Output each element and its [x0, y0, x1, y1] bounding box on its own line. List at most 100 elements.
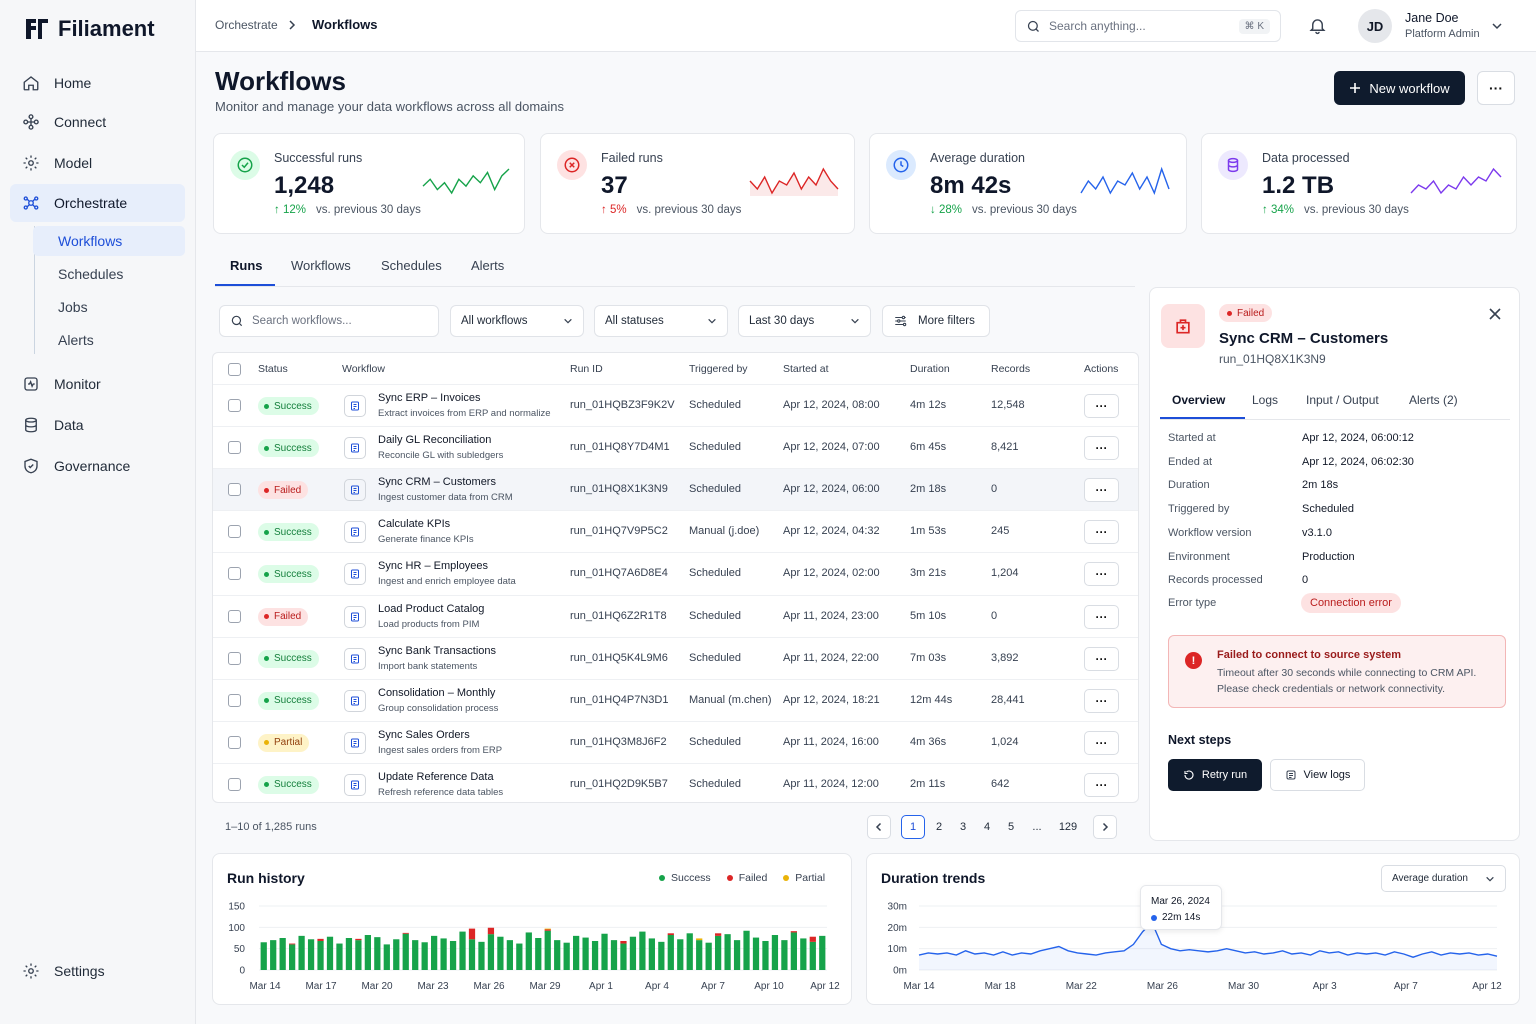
bar-success[interactable] — [658, 941, 665, 970]
row-actions-button[interactable]: ··· — [1084, 436, 1119, 461]
bar-success[interactable] — [733, 940, 741, 970]
bar-success[interactable] — [506, 940, 513, 970]
row-checkbox[interactable] — [228, 399, 241, 412]
bar-failed[interactable] — [289, 943, 296, 945]
page-5-button[interactable]: 5 — [999, 815, 1023, 839]
bar-failed[interactable] — [809, 936, 816, 942]
bar-success[interactable] — [279, 938, 286, 970]
bell-icon[interactable] — [1308, 16, 1327, 35]
run-id[interactable]: run_01HQ2D9K5B7 — [570, 778, 668, 790]
new-workflow-button[interactable]: New workflow — [1334, 71, 1465, 105]
bar-success[interactable] — [762, 940, 769, 970]
breadcrumb-orchestrate[interactable]: Orchestrate — [215, 18, 278, 32]
bar-failed[interactable] — [667, 933, 674, 936]
bar-success[interactable] — [591, 940, 599, 970]
run-id[interactable]: run_01HQ8X1K3N9 — [570, 483, 668, 495]
row-checkbox[interactable] — [228, 567, 241, 581]
sidebar-subitem-jobs[interactable]: Jobs — [33, 292, 185, 322]
sidebar-subitem-alerts[interactable]: Alerts — [33, 325, 185, 355]
bar-success[interactable] — [686, 933, 693, 970]
bar-partial[interactable] — [544, 928, 551, 930]
row-checkbox[interactable] — [228, 777, 241, 791]
detail-tab-logs[interactable]: Logs — [1252, 393, 1278, 407]
bar-success[interactable] — [383, 944, 390, 970]
bar-success[interactable] — [487, 934, 495, 970]
column-header-run-id[interactable]: Run ID — [570, 363, 603, 375]
row-checkbox[interactable] — [228, 651, 241, 665]
workflow-name[interactable]: Sync CRM – Customers — [378, 476, 496, 488]
row-actions-button[interactable]: ··· — [1084, 394, 1119, 418]
sidebar-item-governance[interactable]: Governance — [10, 447, 185, 485]
table-row[interactable]: Success Sync Bank Transactions Import ba… — [213, 636, 1138, 679]
row-checkbox[interactable] — [228, 483, 241, 497]
tab-workflows[interactable]: Workflows — [291, 258, 351, 273]
bar-success[interactable] — [601, 933, 608, 970]
bar-success[interactable] — [582, 937, 589, 970]
bar-success[interactable] — [715, 935, 722, 970]
sidebar-subitem-schedules[interactable]: Schedules — [33, 259, 185, 289]
bar-success[interactable] — [648, 938, 655, 970]
bar-failed[interactable] — [487, 927, 495, 935]
duration-metric-select[interactable]: Average duration — [1381, 865, 1506, 892]
date-range-select[interactable]: Last 30 days — [738, 305, 871, 337]
workflow-name[interactable]: Daily GL Reconciliation — [378, 434, 491, 446]
avatar[interactable]: JD — [1358, 9, 1392, 43]
table-row[interactable]: Success Sync HR – Employees Ingest and e… — [213, 552, 1138, 594]
table-row[interactable]: Success Update Reference Data Refresh re… — [213, 762, 1138, 802]
chevron-down-icon[interactable] — [1491, 20, 1503, 32]
table-row[interactable]: Failed Sync CRM – Customers Ingest custo… — [213, 468, 1138, 511]
bar-success[interactable] — [677, 939, 684, 970]
sidebar-item-monitor[interactable]: Monitor — [10, 365, 185, 403]
bar-success[interactable] — [781, 940, 788, 970]
bar-success[interactable] — [705, 942, 712, 970]
workflow-name[interactable]: Sync ERP – Invoices — [378, 392, 481, 404]
bar-success[interactable] — [289, 944, 296, 970]
workflow-search-input[interactable]: Search workflows... — [219, 305, 439, 337]
bar-success[interactable] — [440, 938, 447, 970]
detail-tab-overview[interactable]: Overview — [1172, 393, 1225, 407]
bar-success[interactable] — [743, 930, 750, 970]
row-actions-button[interactable]: ··· — [1084, 688, 1119, 713]
bar-success[interactable] — [468, 939, 476, 970]
workflow-name[interactable]: Calculate KPIs — [378, 518, 450, 530]
sidebar-item-settings[interactable]: Settings — [10, 952, 185, 990]
bar-success[interactable] — [696, 940, 703, 970]
column-header-started-at[interactable]: Started at — [783, 363, 829, 375]
bar-success[interactable] — [800, 938, 807, 970]
bar-success[interactable] — [478, 941, 485, 970]
bar-success[interactable] — [610, 940, 618, 970]
workflow-name[interactable]: Sync Bank Transactions — [378, 645, 496, 657]
table-row[interactable]: Success Consolidation – Monthly Group co… — [213, 678, 1138, 721]
run-id[interactable]: run_01HQ7V9P5C2 — [570, 525, 668, 537]
view-logs-button[interactable]: View logs — [1270, 759, 1365, 791]
bar-success[interactable] — [355, 940, 362, 970]
column-header-workflow[interactable]: Workflow — [342, 363, 385, 375]
row-actions-button[interactable]: ··· — [1084, 604, 1119, 629]
bar-success[interactable] — [771, 935, 779, 970]
bar-success[interactable] — [270, 940, 277, 970]
sidebar-item-connect[interactable]: Connect — [10, 103, 185, 141]
detail-tab-input-output[interactable]: Input / Output — [1306, 393, 1379, 407]
bar-failed[interactable] — [715, 933, 722, 936]
bar-failed[interactable] — [620, 940, 627, 944]
bar-success[interactable] — [260, 942, 267, 970]
bar-success[interactable] — [307, 939, 315, 970]
table-row[interactable]: Success Sync ERP – Invoices Extract invo… — [213, 384, 1138, 426]
column-header-triggered-by[interactable]: Triggered by — [689, 363, 748, 375]
sidebar-item-home[interactable]: Home — [10, 64, 185, 102]
bar-success[interactable] — [620, 943, 627, 970]
workflow-filter-select[interactable]: All workflows — [450, 305, 584, 337]
more-filters-button[interactable]: More filters — [882, 305, 990, 337]
run-id[interactable]: run_01HQ6Z2R1T8 — [570, 610, 667, 622]
more-options-button[interactable]: ··· — [1477, 71, 1515, 105]
bar-success[interactable] — [525, 932, 532, 970]
next-page-button[interactable] — [1093, 815, 1117, 839]
bar-success[interactable] — [298, 935, 305, 970]
bar-success[interactable] — [374, 937, 381, 970]
page-3-button[interactable]: 3 — [951, 815, 975, 839]
status-filter-select[interactable]: All statuses — [594, 305, 728, 337]
bar-success[interactable] — [326, 936, 334, 970]
bar-success[interactable] — [449, 940, 457, 970]
bar-failed[interactable] — [317, 938, 324, 941]
table-row[interactable]: Failed Load Product Catalog Load product… — [213, 594, 1138, 637]
